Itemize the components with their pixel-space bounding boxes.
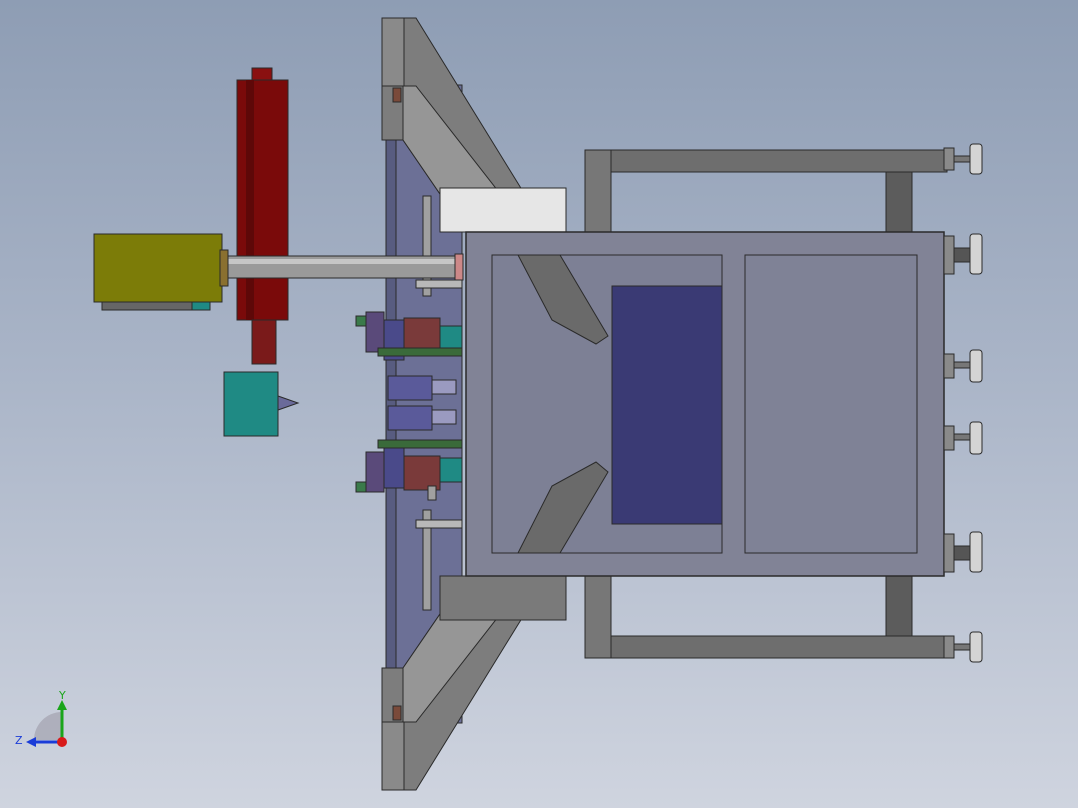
red-cylinder-stripe	[246, 80, 254, 320]
y-axis-label: Y	[58, 689, 66, 702]
lower-bracket	[439, 575, 567, 621]
motor-flange	[219, 249, 229, 287]
plate-pin-top	[392, 87, 402, 103]
frame-top-rail	[584, 149, 948, 173]
cylinder-rod	[251, 319, 277, 365]
mounting-plate-edge	[385, 84, 397, 724]
housing-panel-right	[744, 254, 918, 554]
machine-model[interactable]	[0, 0, 1078, 808]
plate-pin-bottom	[392, 705, 402, 721]
triad-arc	[34, 712, 62, 740]
shaft-collar	[454, 253, 464, 281]
frame-lower-post	[885, 575, 913, 637]
teal-box	[223, 371, 279, 437]
red-cylinder	[236, 79, 289, 321]
leveling-feet	[943, 143, 983, 663]
upper-rod-clamp	[415, 279, 463, 289]
teal-box-tip	[277, 395, 300, 411]
upper-bracket	[439, 187, 567, 233]
orientation-triad[interactable]: Y Z	[12, 688, 82, 758]
z-axis-arrow	[26, 737, 36, 747]
z-axis-label: Z	[15, 734, 23, 747]
top-gusset-foot	[381, 17, 405, 87]
motor-housing	[93, 233, 223, 303]
housing-window	[611, 285, 723, 525]
frame-bottom-rail	[584, 635, 948, 659]
motor-base	[101, 301, 193, 311]
cad-viewport[interactable]: Y Z	[0, 0, 1078, 808]
frame-upper-post	[885, 171, 913, 235]
cylinder-cap	[251, 67, 273, 81]
x-axis-dot	[57, 737, 67, 747]
shaft-highlight	[222, 259, 462, 264]
lower-rod-clamp	[415, 519, 463, 529]
bottom-gusset-foot	[381, 721, 405, 791]
motor-connector	[191, 301, 211, 311]
